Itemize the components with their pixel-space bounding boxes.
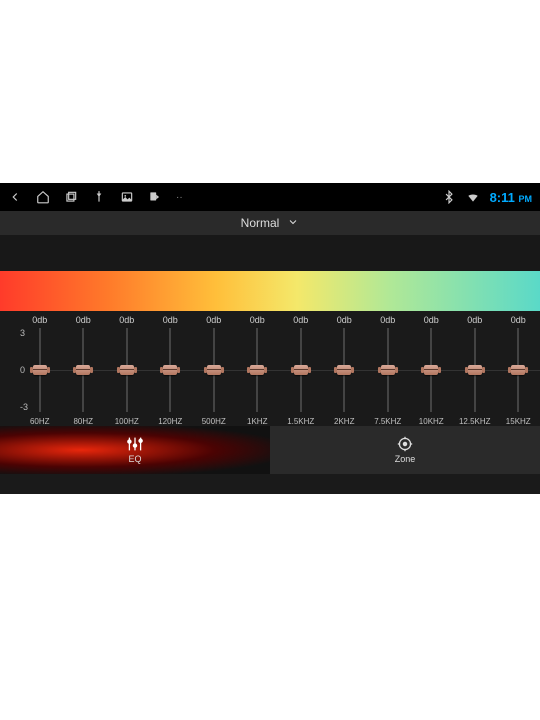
- slider-thumb[interactable]: [422, 363, 440, 377]
- tab-zone[interactable]: Zone: [270, 426, 540, 474]
- slider-thumb[interactable]: [74, 363, 92, 377]
- eq-slider[interactable]: [279, 325, 323, 415]
- eq-slider[interactable]: [149, 325, 193, 415]
- tab-eq-label: EQ: [128, 454, 141, 464]
- recents-icon[interactable]: [64, 190, 78, 204]
- db-label: 0db: [62, 315, 106, 325]
- eq-slider[interactable]: [18, 325, 62, 415]
- usb-icon[interactable]: [92, 190, 106, 204]
- slider-thumb[interactable]: [248, 363, 266, 377]
- slider-thumb[interactable]: [292, 363, 310, 377]
- freq-label: 12.5KHZ: [453, 417, 497, 426]
- eq-slider[interactable]: [410, 325, 454, 415]
- spectrum-bg: [0, 235, 540, 271]
- clock: 8:11 PM: [490, 190, 532, 205]
- slider-thumb[interactable]: [335, 363, 353, 377]
- db-label: 0db: [236, 315, 280, 325]
- slider-thumb[interactable]: [509, 363, 527, 377]
- eq-slider[interactable]: [366, 325, 410, 415]
- preset-selector[interactable]: Normal: [0, 211, 540, 235]
- eq-screen: ·· 8:11 PM Normal 0db0db0db0db0db0db0db0…: [0, 183, 540, 494]
- preset-label: Normal: [241, 216, 280, 230]
- tab-zone-label: Zone: [395, 454, 416, 464]
- slider-thumb[interactable]: [31, 363, 49, 377]
- eq-slider[interactable]: [497, 325, 540, 415]
- freq-label: 60HZ: [18, 417, 62, 426]
- eq-slider[interactable]: [105, 325, 149, 415]
- back-icon[interactable]: [8, 190, 22, 204]
- db-label: 0db: [149, 315, 193, 325]
- db-label: 0db: [18, 315, 62, 325]
- eq-slider[interactable]: [236, 325, 280, 415]
- slider-thumb[interactable]: [466, 363, 484, 377]
- slider-thumb[interactable]: [379, 363, 397, 377]
- db-label: 0db: [410, 315, 454, 325]
- status-bar: ·· 8:11 PM: [0, 183, 540, 211]
- freq-label: 1.5KHZ: [279, 417, 323, 426]
- freq-label: 100HZ: [105, 417, 149, 426]
- eq-slider[interactable]: [453, 325, 497, 415]
- tab-eq[interactable]: EQ: [0, 426, 270, 474]
- freq-label: 7.5KHZ: [366, 417, 410, 426]
- wifi-icon: [466, 190, 480, 204]
- home-icon[interactable]: [36, 190, 50, 204]
- freq-label: 15KHZ: [497, 417, 540, 426]
- more-icon[interactable]: ··: [176, 192, 183, 203]
- freq-label: 500HZ: [192, 417, 236, 426]
- slider-thumb[interactable]: [161, 363, 179, 377]
- eq-slider[interactable]: [62, 325, 106, 415]
- freq-label: 10KHZ: [410, 417, 454, 426]
- chevron-down-icon: [287, 216, 299, 231]
- freq-label: 1KHZ: [236, 417, 280, 426]
- db-label: 0db: [323, 315, 367, 325]
- eq-slider[interactable]: [323, 325, 367, 415]
- db-label: 0db: [366, 315, 410, 325]
- eq-slider[interactable]: [192, 325, 236, 415]
- bluetooth-icon: [442, 190, 456, 204]
- app-icon[interactable]: [148, 190, 162, 204]
- freq-label: 80HZ: [62, 417, 106, 426]
- db-label: 0db: [453, 315, 497, 325]
- spectrum-gradient: [0, 271, 540, 311]
- db-label: 0db: [105, 315, 149, 325]
- slider-thumb[interactable]: [118, 363, 136, 377]
- freq-label: 2KHZ: [323, 417, 367, 426]
- db-label: 0db: [279, 315, 323, 325]
- slider-thumb[interactable]: [205, 363, 223, 377]
- db-label: 0db: [497, 315, 540, 325]
- equalizer: 0db0db0db0db0db0db0db0db0db0db0db0db 3 0…: [0, 311, 540, 426]
- picture-icon[interactable]: [120, 190, 134, 204]
- freq-label: 120HZ: [149, 417, 193, 426]
- db-label: 0db: [192, 315, 236, 325]
- bottom-tabs: EQ Zone: [0, 426, 540, 474]
